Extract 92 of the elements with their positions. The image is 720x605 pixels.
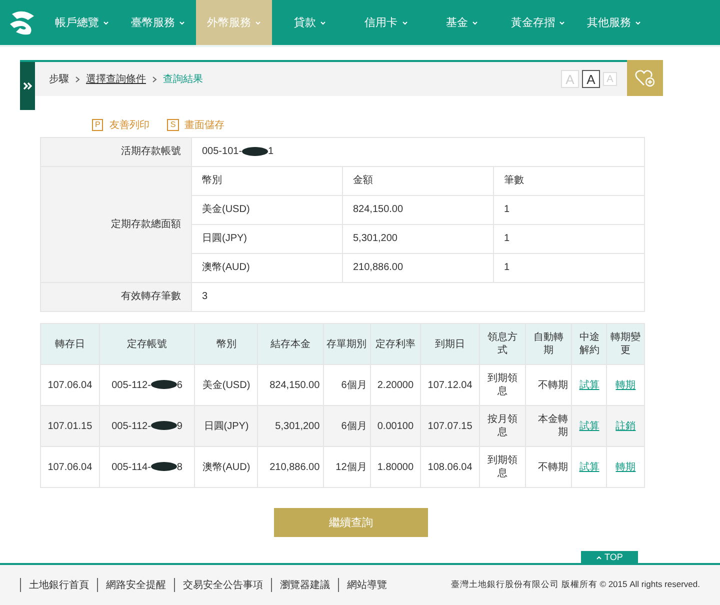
account-value: 005-114- 8 (99, 446, 195, 488)
column-header: 結存本金 (258, 324, 324, 364)
breadcrumb-link[interactable]: 選擇查詢條件 (86, 72, 146, 86)
table-cell: 108.06.04 (420, 446, 480, 488)
table-cell: 107.06.04 (40, 446, 100, 488)
footer-link[interactable]: 瀏覽器建議 (271, 578, 338, 592)
table-cell: 210,886.00 (342, 254, 494, 282)
chevron-icon (75, 76, 80, 82)
column-header: 自動轉期 (526, 324, 572, 364)
field-label: 定期存款總面額 (40, 166, 192, 282)
column-header: 中途解約 (572, 324, 607, 364)
nav-tab[interactable]: 信用卡 (348, 0, 424, 45)
field-label: 有效轉存筆數 (40, 282, 192, 312)
nav-tab[interactable]: 帳戶總覽 (44, 0, 120, 45)
table-cell: 1.80000 (370, 446, 421, 488)
account-value: 005-101- 1 (192, 138, 644, 166)
caret-down-icon (472, 20, 478, 24)
table-cell: 3 (192, 282, 644, 312)
redaction-mark (150, 421, 177, 430)
table-cell: 12個月 (323, 446, 370, 488)
redaction-mark (150, 380, 177, 390)
table-cell: 5,301,200 (342, 224, 494, 254)
nav-tab[interactable]: 貸款 (272, 0, 348, 45)
table-cell: 日圓(JPY) (192, 224, 342, 254)
favorite-button[interactable] (627, 60, 663, 96)
column-header: 領息方式 (480, 324, 526, 364)
table-cell: 日圓(JPY) (194, 406, 258, 446)
redaction-mark (150, 462, 177, 472)
nav-tab[interactable]: 黃金存摺 (500, 0, 576, 45)
column-header: 轉存日 (40, 324, 100, 364)
action-link[interactable]: P 友善列印 (92, 118, 150, 132)
column-header: 定存帳號 (99, 324, 195, 364)
column-header: 金額 (342, 166, 494, 196)
nav-tab[interactable]: 臺幣服務 (120, 0, 196, 45)
change-link[interactable]: 轉期 (616, 462, 636, 472)
breadcrumb-link[interactable]: 查詢結果 (163, 72, 203, 86)
footer-link[interactable]: 網站導覽 (338, 578, 395, 592)
footer-link[interactable]: 土地銀行首頁 (20, 578, 97, 592)
field-label: 活期存款帳號 (40, 138, 192, 166)
table-cell: 澳幣(AUD) (192, 254, 342, 282)
table-cell: 210,886.00 (258, 446, 324, 488)
nav-tab[interactable]: 基金 (424, 0, 500, 45)
caret-down-icon (320, 20, 326, 24)
table-cell: 按月領息 (480, 406, 526, 446)
breadcrumb-label: 步驟 (49, 72, 69, 86)
double-chevron-icon (22, 81, 32, 91)
caret-down-icon (103, 20, 109, 24)
table-cell: 824,150.00 (342, 196, 494, 224)
table-cell: 不轉期 (526, 446, 572, 488)
table-cell: 1 (494, 196, 644, 224)
column-header: 幣別 (194, 324, 258, 364)
caret-down-icon (559, 20, 565, 24)
trial-link[interactable]: 試算 (579, 462, 600, 472)
table-cell: 美金(USD) (192, 196, 342, 224)
caret-down-icon (402, 20, 408, 24)
table-cell: 1 (494, 224, 644, 254)
table-cell: 0.00100 (370, 406, 421, 446)
top-button[interactable]: TOP (581, 551, 638, 563)
column-header: 到期日 (420, 324, 480, 364)
table-cell: 6個月 (323, 406, 370, 446)
column-header: 幣別 (192, 166, 342, 196)
heart-plus-icon (635, 69, 655, 87)
trial-link[interactable]: 試算 (579, 420, 600, 432)
change-link[interactable]: 轉期 (616, 380, 636, 390)
caret-down-icon (255, 20, 261, 24)
nav-tab[interactable]: 其他服務 (576, 0, 652, 45)
table-cell: 107.07.15 (420, 406, 480, 446)
column-header: 筆數 (494, 166, 644, 196)
continue-button[interactable]: 繼續查詢 (274, 508, 428, 537)
expand-button[interactable] (20, 62, 35, 110)
font-size-button[interactable]: A (582, 70, 600, 88)
caret-down-icon (635, 20, 641, 24)
caret-down-icon (179, 20, 185, 24)
column-header: 轉期變更 (606, 324, 644, 364)
table-cell: 1 (494, 254, 644, 282)
action-link[interactable]: S 畫面儲存 (167, 118, 225, 132)
table-cell: 5,301,200 (258, 406, 324, 446)
chevron-icon (152, 76, 157, 82)
copyright-text: 臺灣土地銀行股份有限公司 版權所有 © 2015 All rights reserved. (450, 579, 700, 591)
table-cell: 本金轉期 (526, 406, 572, 446)
redaction-mark (242, 146, 268, 156)
column-header: 定存利率 (370, 324, 421, 364)
footer-link[interactable]: 網路安全提醒 (97, 578, 174, 592)
account-value: 005-112- 9 (99, 406, 195, 446)
footer-link[interactable]: 交易安全公告事項 (174, 578, 271, 592)
trial-link[interactable]: 試算 (579, 380, 600, 390)
table-cell: 107.01.15 (40, 406, 100, 446)
column-header: 存單期別 (323, 324, 370, 364)
change-link[interactable]: 註銷 (616, 420, 636, 432)
table-cell: 到期領息 (480, 446, 526, 488)
caret-up-icon (596, 556, 602, 560)
table-cell: 澳幣(AUD) (194, 446, 258, 488)
